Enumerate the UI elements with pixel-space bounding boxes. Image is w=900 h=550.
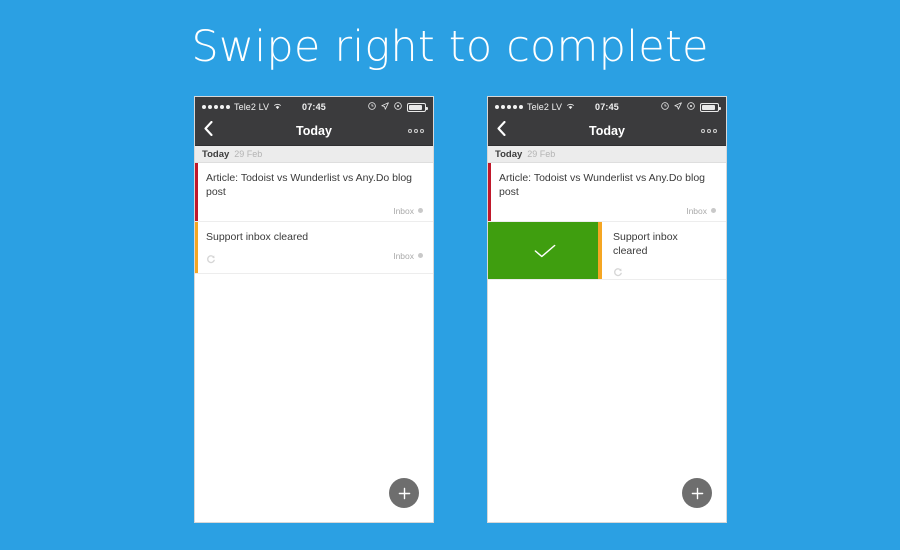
task-footer (613, 264, 716, 277)
more-options-icon[interactable] (408, 129, 424, 133)
list-color-dot-icon (711, 208, 716, 214)
list-color-dot-icon (418, 208, 423, 214)
plus-icon (691, 487, 703, 499)
nav-title: Today (589, 124, 625, 138)
battery-icon (407, 102, 428, 112)
location-arrow-icon (381, 102, 389, 112)
repeat-icon (613, 264, 623, 277)
section-header-today: Today 29 Feb (195, 146, 433, 163)
status-bar-right (368, 102, 428, 112)
task-title: Support inbox cleared (206, 230, 309, 243)
checkmark-icon (534, 244, 556, 257)
add-task-button[interactable] (389, 478, 419, 508)
task-footer: Inbox (206, 251, 423, 263)
priority-indicator (598, 221, 602, 280)
task-list-label: Inbox (393, 250, 414, 261)
priority-indicator (488, 163, 491, 221)
nav-title: Today (296, 124, 332, 138)
section-title: Today (202, 148, 230, 160)
task-footer: Inbox (499, 206, 716, 216)
list-color-dot-icon (418, 253, 423, 259)
task-row[interactable]: Article: Todoist vs Wunderlist vs Any.Do… (195, 163, 433, 222)
task-meta: Inbox (393, 206, 423, 216)
alarm-icon (661, 102, 669, 112)
task-title: Article: Todoist vs Wunderlist vs Any.Do… (206, 172, 413, 198)
task-row-swiped[interactable]: Support inbox cleared (488, 221, 726, 281)
priority-indicator (195, 163, 198, 221)
task-title: Article: Todoist vs Wunderlist vs Any.Do… (499, 172, 706, 198)
task-title: Support inbox cleared (613, 230, 678, 257)
page-title: Swipe right to complete (191, 22, 709, 72)
phone-mockup-after-swipe: Tele2 LV 07:45 Today Today 29 Feb Articl… (487, 96, 727, 523)
task-meta: Inbox (686, 206, 716, 216)
section-date: 29 Feb (234, 149, 263, 159)
task-row[interactable]: Article: Todoist vs Wunderlist vs Any.Do… (488, 163, 726, 222)
complete-swipe-action[interactable] (488, 221, 602, 280)
phone-mockup-before-swipe: Tele2 LV 07:45 Today Today 29 Feb Articl… (194, 96, 434, 523)
alarm-icon (368, 102, 376, 112)
rotation-lock-icon (687, 102, 695, 112)
task-list-label: Inbox (686, 205, 707, 216)
add-task-button[interactable] (682, 478, 712, 508)
more-options-icon[interactable] (701, 129, 717, 133)
task-list: Article: Todoist vs Wunderlist vs Any.Do… (195, 163, 433, 274)
section-header-today: Today 29 Feb (488, 146, 726, 163)
section-date: 29 Feb (527, 149, 556, 159)
task-row[interactable]: Support inbox cleared Inbox (195, 221, 433, 274)
navigation-bar: Today (488, 117, 726, 146)
priority-indicator (195, 221, 198, 273)
location-arrow-icon (674, 102, 682, 112)
navigation-bar: Today (195, 117, 433, 146)
status-bar-right (661, 102, 721, 112)
task-content: Support inbox cleared (602, 222, 726, 280)
battery-icon (700, 102, 721, 112)
task-list-label: Inbox (393, 205, 414, 216)
rotation-lock-icon (394, 102, 402, 112)
repeat-icon (206, 251, 216, 263)
status-bar: Tele2 LV 07:45 (195, 97, 433, 117)
status-bar: Tele2 LV 07:45 (488, 97, 726, 117)
task-list: Article: Todoist vs Wunderlist vs Any.Do… (488, 163, 726, 281)
task-meta: Inbox (393, 251, 423, 261)
section-title: Today (495, 148, 523, 160)
task-footer: Inbox (206, 206, 423, 216)
plus-icon (398, 487, 410, 499)
